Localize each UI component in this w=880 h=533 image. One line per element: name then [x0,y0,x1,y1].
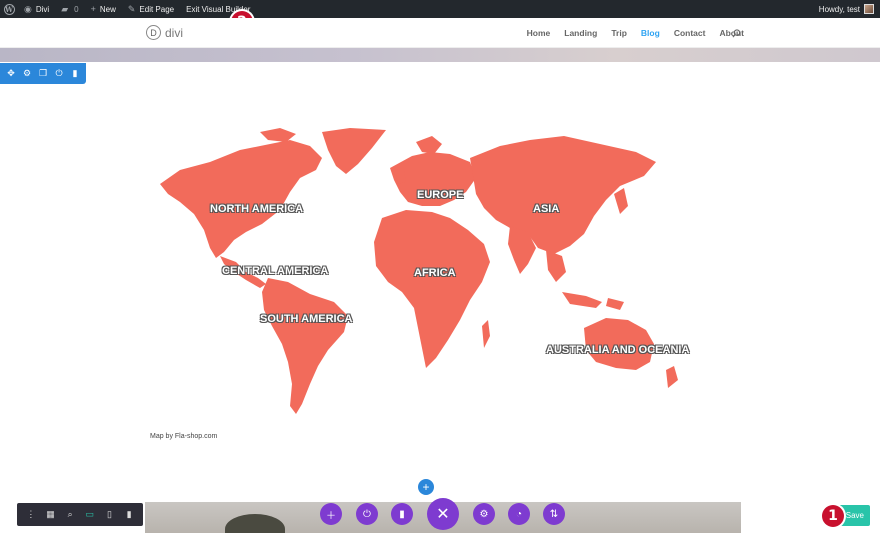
nav-trip[interactable]: Trip [611,28,627,38]
nav-home[interactable]: Home [527,28,551,38]
gear-icon[interactable]: ⚙ [20,68,34,79]
step-badge-1: 1 [822,505,844,527]
wireframe-icon[interactable]: ▦ [43,509,57,520]
region-label-africa: AFRICA [414,267,456,279]
hero-image-strip [0,48,880,62]
clear-layout-button[interactable]: ▮ [391,503,413,525]
region-label-europe: EUROPE [417,189,464,201]
primary-nav: Home Landing Trip Blog Contact About [513,28,744,38]
comment-icon: ▰ [61,3,69,14]
site-name-link[interactable]: ◉ Divi [18,0,55,18]
search-icon[interactable] [732,29,741,38]
greeting-text: Howdy, test [818,4,860,14]
trash-icon[interactable]: ▮ [68,68,82,79]
portability-button[interactable]: ⏻ [356,503,378,525]
trash-icon: ▮ [399,508,405,520]
region-label-australia-oceania: AUSTRALIA AND OCEANIA [546,344,690,356]
zoom-icon[interactable]: ⌕ [63,509,77,520]
region-label-central-america: CENTRAL AMERICA [222,265,329,277]
region-label-asia: ASIA [533,203,560,215]
plus-icon: ＋ [326,510,336,522]
logo-mark: D [146,25,161,40]
page-settings-button[interactable]: ⚙ [473,503,495,525]
close-settings-button[interactable]: ✕ [427,498,459,530]
add-module-button[interactable]: ＋ [320,503,342,525]
power-icon[interactable]: ⏻ [52,68,66,79]
clock-icon: ◔ [515,508,523,520]
add-row-button[interactable]: + [418,479,434,495]
new-content-link[interactable]: + New [85,0,122,18]
plus-icon: + [90,4,96,14]
comment-count: 0 [74,4,79,14]
edit-page-link[interactable]: ✎ Edit Page [122,0,180,18]
move-icon[interactable]: ✥ [4,68,18,79]
view-mode-bar: ⋮ ▦ ⌕ ▭ ▯ ▮ [17,503,143,526]
pencil-icon: ✎ [127,3,136,14]
desktop-view-icon[interactable]: ▭ [83,509,97,520]
close-icon: ✕ [436,506,450,523]
nav-contact[interactable]: Contact [674,28,706,38]
nav-blog[interactable]: Blog [641,28,660,38]
palm-tree-image [225,514,285,533]
site-header: D divi Home Landing Trip Blog Contact Ab… [0,18,880,48]
region-label-north-america: NORTH AMERICA [210,203,304,215]
duplicate-icon[interactable]: ❐ [36,68,50,79]
site-logo[interactable]: D divi [146,25,183,40]
nav-landing[interactable]: Landing [564,28,597,38]
region-label-south-america: SOUTH AMERICA [260,313,353,325]
logo-text: divi [165,25,184,40]
wordpress-logo-icon[interactable]: W [0,0,18,18]
comments-link[interactable]: ▰ 0 [55,0,84,18]
power-icon: ⏻ [363,508,371,520]
sort-button[interactable]: ⇅ [543,503,565,525]
map-credit: Map by Fla-shop.com [150,433,218,440]
gear-icon: ⚙ [479,508,489,520]
tablet-view-icon[interactable]: ▯ [102,509,116,520]
history-button[interactable]: ◔ [508,503,530,525]
section-settings-toolbar: ✥ ⚙ ❐ ⏻ ▮ [0,63,86,84]
menu-dots-icon[interactable]: ⋮ [24,509,38,520]
avatar [864,4,874,14]
sort-arrows-icon: ⇅ [549,508,559,520]
phone-view-icon[interactable]: ▮ [122,509,136,520]
account-menu[interactable]: Howdy, test [819,4,880,14]
wp-admin-bar: W ◉ Divi ▰ 0 + New ✎ Edit Page Exit Visu… [0,0,880,18]
dashboard-icon: ◉ [24,3,32,14]
